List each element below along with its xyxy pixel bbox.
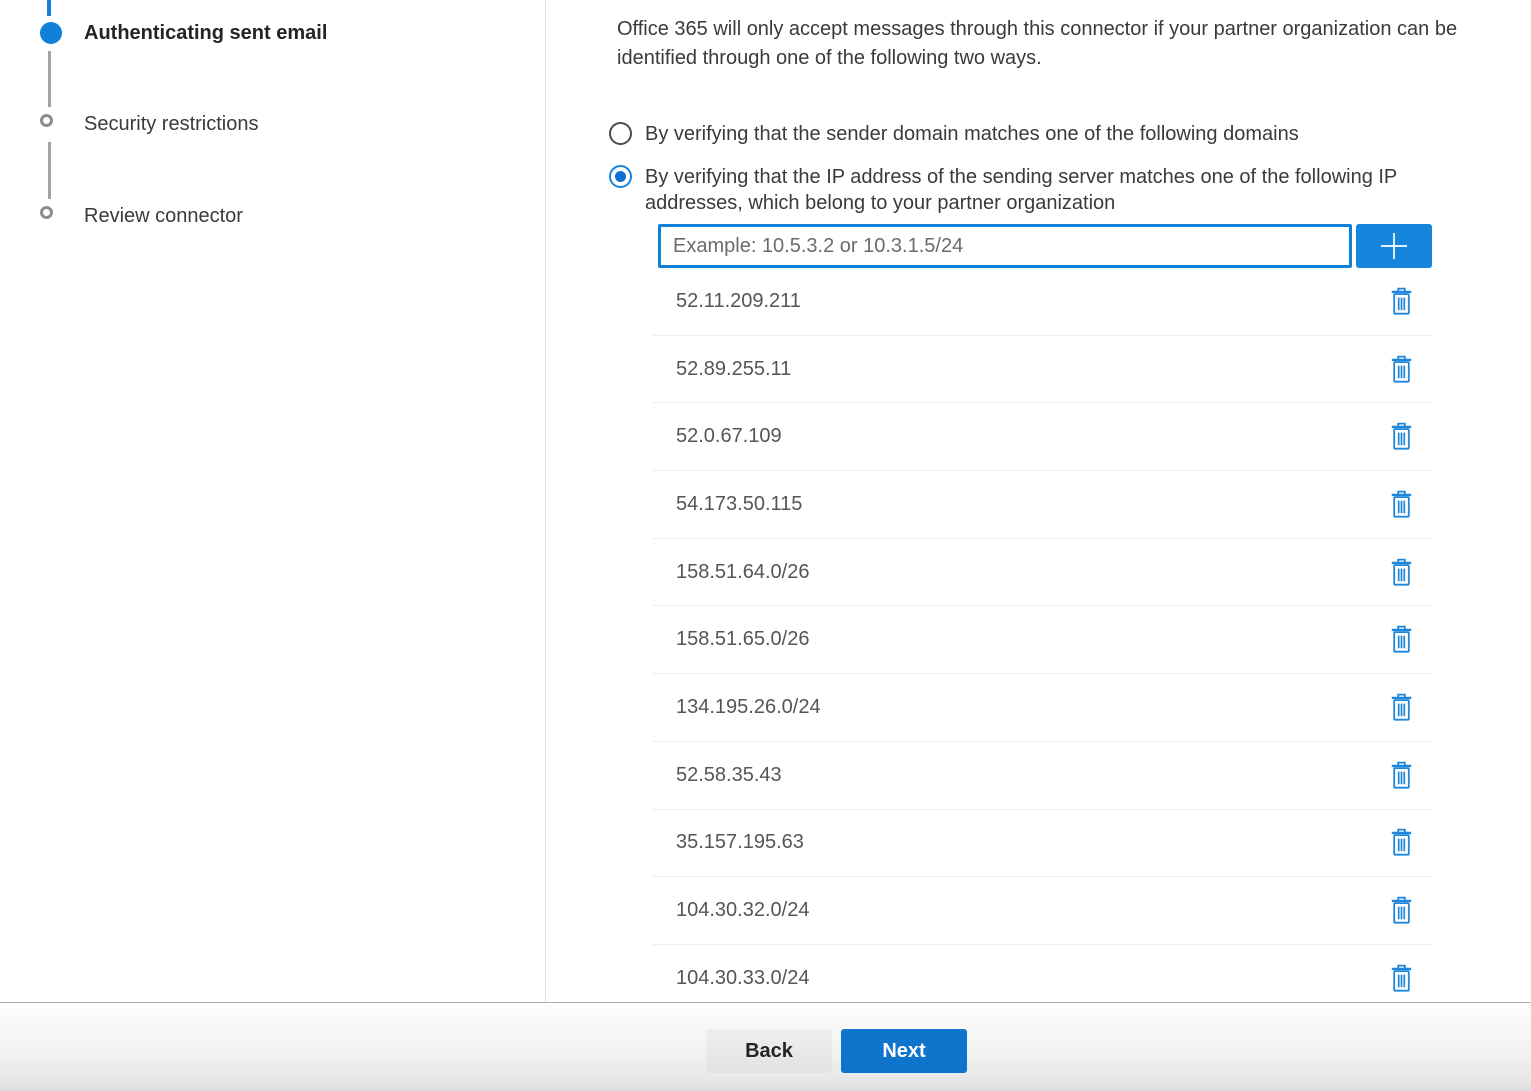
plus-icon	[1378, 230, 1410, 262]
trash-icon	[1389, 625, 1414, 654]
ip-value: 134.195.26.0/24	[676, 696, 821, 719]
step-open-circle-icon	[40, 114, 53, 127]
ip-value: 52.11.209.211	[676, 290, 801, 313]
delete-ip-button[interactable]	[1384, 960, 1418, 996]
radio-option-label: By verifying that the IP address of the …	[645, 164, 1455, 216]
ip-value: 52.0.67.109	[676, 425, 782, 448]
delete-ip-button[interactable]	[1384, 486, 1418, 522]
step-authenticating-sent-email[interactable]: Authenticating sent email	[84, 21, 327, 45]
ip-value: 52.89.255.11	[676, 358, 791, 381]
ip-value: 104.30.33.0/24	[676, 967, 809, 990]
sidebar-divider	[545, 0, 546, 1002]
trash-icon	[1389, 964, 1414, 993]
ip-list-row: 52.89.255.11	[653, 336, 1432, 404]
connector-wizard-page: Authenticating sent email Security restr…	[0, 0, 1531, 1091]
intro-text: Office 365 will only accept messages thr…	[617, 15, 1531, 73]
ip-list-row: 52.0.67.109	[653, 403, 1432, 471]
ip-value: 104.30.32.0/24	[676, 899, 809, 922]
delete-ip-button[interactable]	[1384, 893, 1418, 929]
ip-value: 54.173.50.115	[676, 493, 802, 516]
radio-option-sender-domain[interactable]: By verifying that the sender domain matc…	[609, 121, 1299, 147]
ip-list: 52.11.209.211 52.89.255.11 52.0.67.109	[653, 268, 1432, 1013]
ip-list-row: 35.157.195.63	[653, 810, 1432, 878]
trash-icon	[1389, 761, 1414, 790]
delete-ip-button[interactable]	[1384, 351, 1418, 387]
delete-ip-button[interactable]	[1384, 757, 1418, 793]
delete-ip-button[interactable]	[1384, 283, 1418, 319]
wizard-footer: Back Next	[0, 1002, 1531, 1091]
ip-value: 52.58.35.43	[676, 764, 782, 787]
trash-icon	[1389, 355, 1414, 384]
stepper-connector-line	[48, 51, 51, 107]
trash-icon	[1389, 490, 1414, 519]
trash-icon	[1389, 828, 1414, 857]
ip-address-input[interactable]	[658, 224, 1352, 268]
wizard-stepper: Authenticating sent email Security restr…	[0, 0, 545, 1002]
ip-list-row: 134.195.26.0/24	[653, 674, 1432, 742]
trash-icon	[1389, 896, 1414, 925]
delete-ip-button[interactable]	[1384, 622, 1418, 658]
ip-value: 158.51.64.0/26	[676, 561, 809, 584]
trash-icon	[1389, 422, 1414, 451]
ip-value: 158.51.65.0/26	[676, 628, 809, 651]
add-ip-button[interactable]	[1356, 224, 1432, 268]
step-open-circle-icon	[40, 206, 53, 219]
ip-list-row: 158.51.64.0/26	[653, 539, 1432, 607]
delete-ip-button[interactable]	[1384, 689, 1418, 725]
step-active-circle-icon	[40, 22, 62, 44]
stepper-connector-line	[48, 142, 51, 199]
delete-ip-button[interactable]	[1384, 419, 1418, 455]
ip-value: 35.157.195.63	[676, 831, 804, 854]
radio-option-ip-address[interactable]: By verifying that the IP address of the …	[609, 164, 1455, 216]
back-button[interactable]: Back	[706, 1029, 832, 1073]
ip-list-row: 104.30.32.0/24	[653, 877, 1432, 945]
ip-list-row: 54.173.50.115	[653, 471, 1432, 539]
stepper-connector-completed	[47, 0, 51, 16]
delete-ip-button[interactable]	[1384, 825, 1418, 861]
radio-option-label: By verifying that the sender domain matc…	[645, 121, 1299, 147]
ip-list-row: 52.58.35.43	[653, 742, 1432, 810]
step-security-restrictions[interactable]: Security restrictions	[84, 112, 259, 136]
ip-list-row: 158.51.65.0/26	[653, 606, 1432, 674]
delete-ip-button[interactable]	[1384, 554, 1418, 590]
step-review-connector[interactable]: Review connector	[84, 204, 243, 228]
ip-list-row: 52.11.209.211	[653, 268, 1432, 336]
radio-selected-icon[interactable]	[609, 165, 632, 188]
trash-icon	[1389, 287, 1414, 316]
trash-icon	[1389, 693, 1414, 722]
radio-unselected-icon[interactable]	[609, 122, 632, 145]
next-button[interactable]: Next	[841, 1029, 967, 1073]
trash-icon	[1389, 558, 1414, 587]
